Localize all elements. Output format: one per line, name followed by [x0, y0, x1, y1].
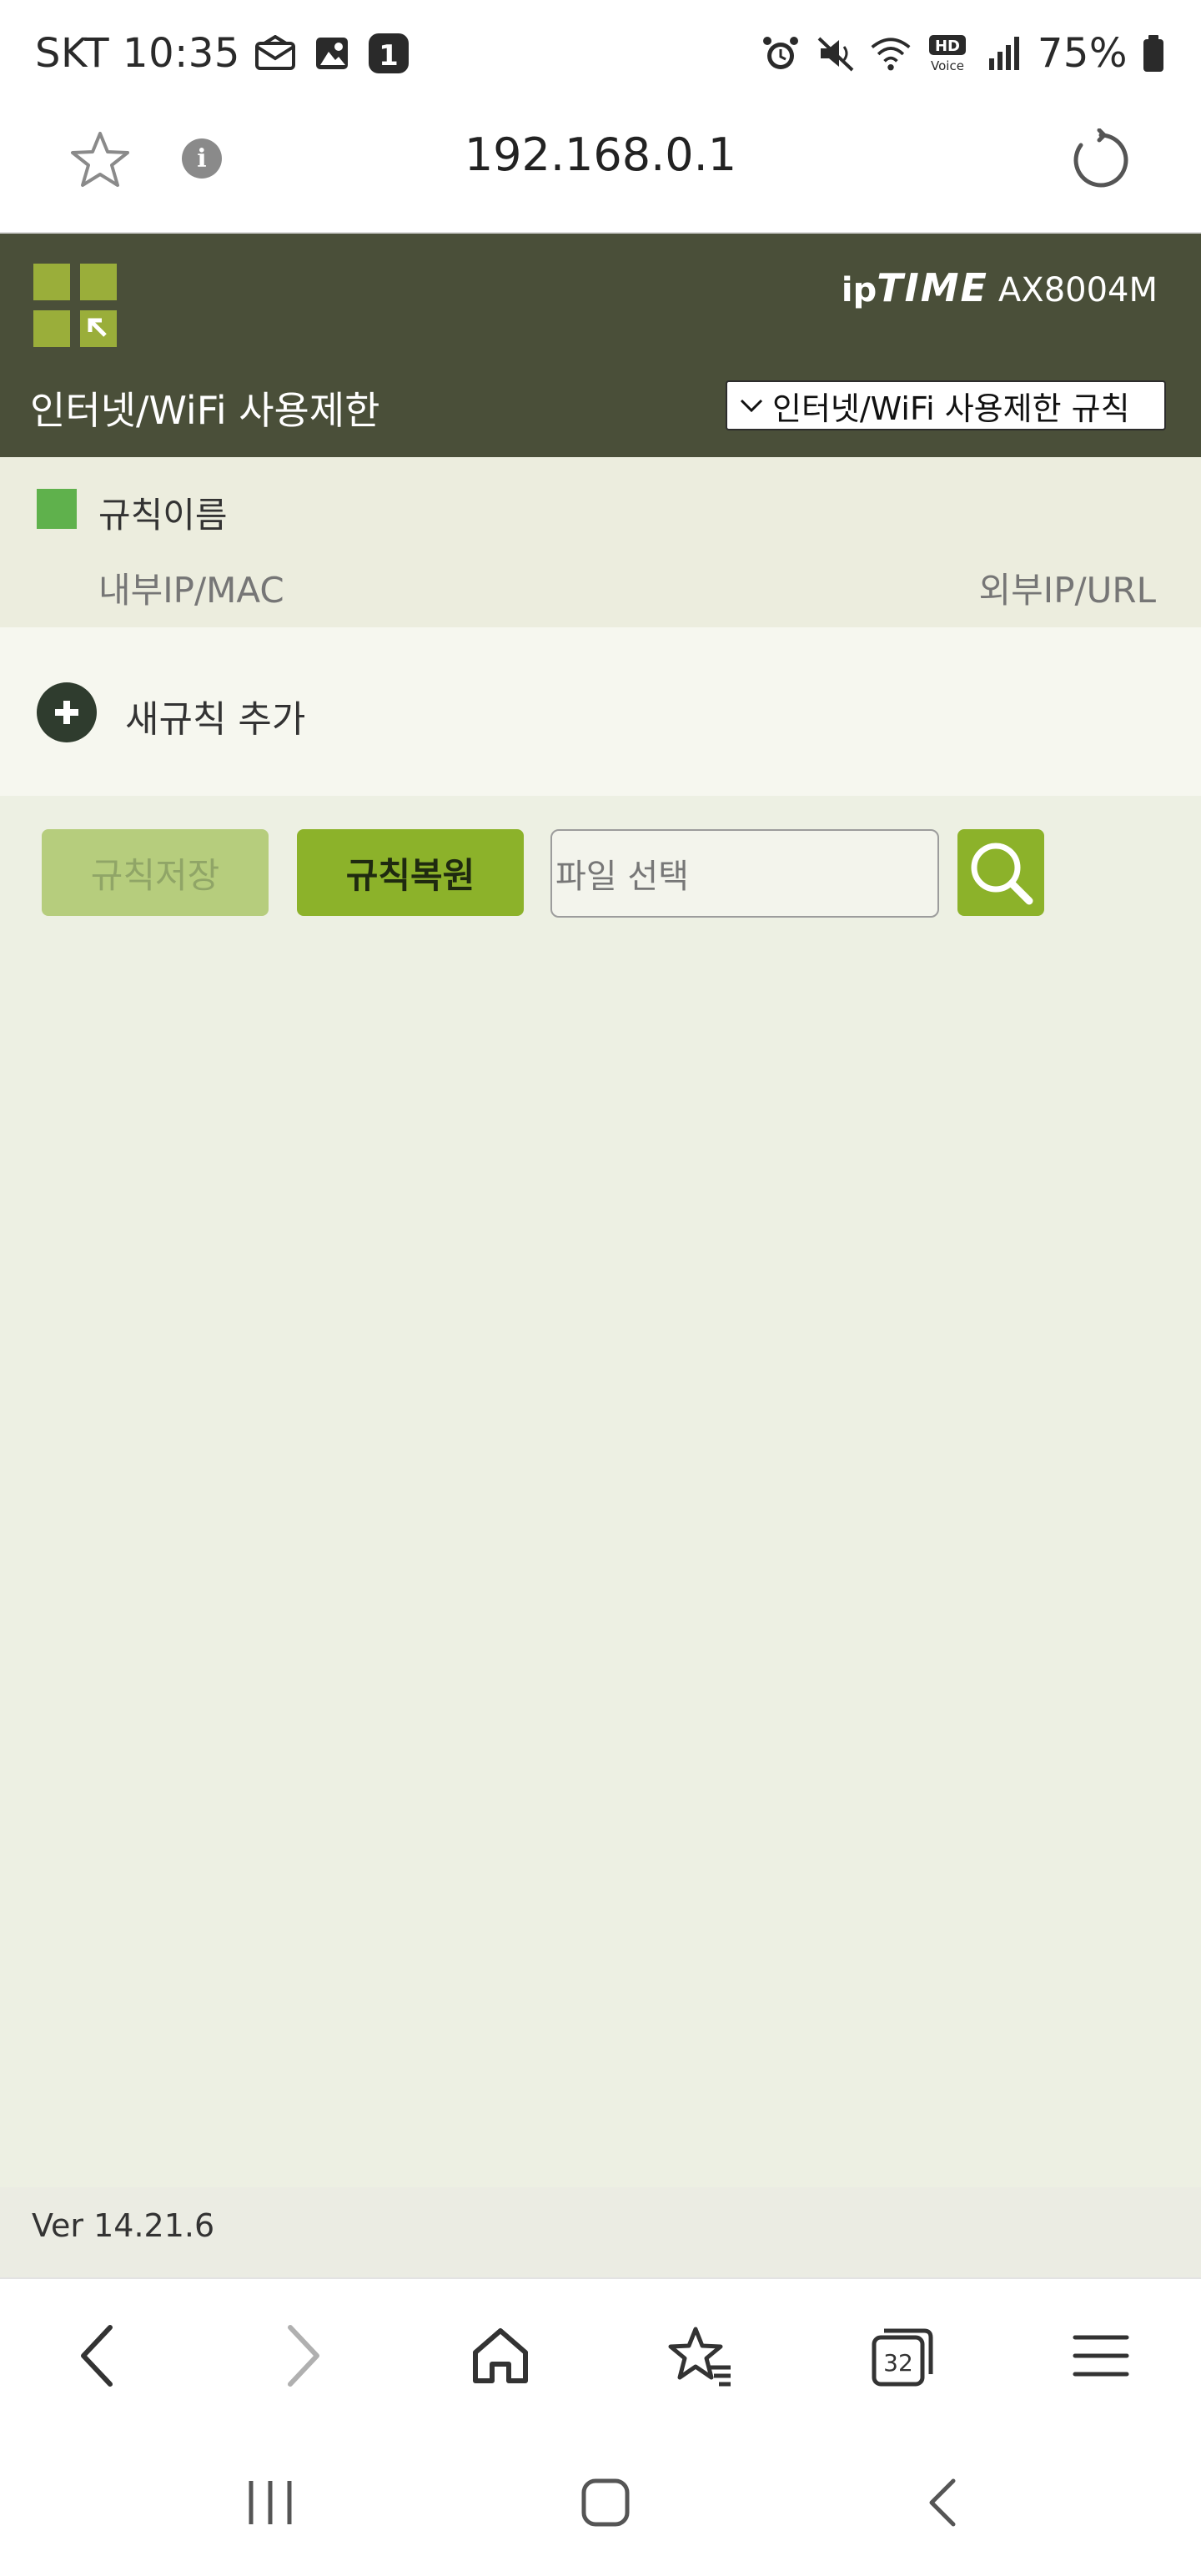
address-bar: 192.168.0.1 i: [0, 112, 1201, 234]
wifi-icon: [869, 32, 912, 75]
logo-square: [33, 264, 70, 300]
mute-icon: [814, 32, 857, 75]
tab-count: 32: [883, 2349, 913, 2377]
reload-icon[interactable]: [1068, 127, 1134, 194]
image-icon: [310, 32, 354, 75]
hd-voice-sub: Voice: [931, 58, 964, 73]
battery-percent: 75%: [1037, 30, 1128, 77]
column-internal-ip: 내부IP/MAC: [98, 570, 284, 611]
plus-icon[interactable]: [37, 682, 97, 742]
status-bar: SKT 10:35 1 HD Voice 75%: [0, 0, 1201, 112]
bookmarks-icon[interactable]: [661, 2316, 741, 2396]
firmware-version: Ver 14.21.6: [32, 2207, 215, 2244]
hd-voice-icon: HD Voice: [924, 32, 971, 75]
browser-toolbar: 32: [0, 2277, 1201, 2421]
brand-logo: ipTIME: [842, 265, 988, 310]
back-nav-icon[interactable]: [902, 2463, 982, 2543]
rule-name-header: 규칙이름: [98, 495, 228, 536]
file-select-input[interactable]: 파일 선택: [550, 829, 939, 918]
hd-voice-label: HD: [935, 38, 960, 55]
restore-rules-button[interactable]: 규칙복원: [297, 829, 524, 916]
add-rule-row[interactable]: 새규칙 추가: [0, 627, 1201, 796]
badge-icon: 1: [367, 32, 410, 75]
iptime-logo-icon[interactable]: [33, 264, 117, 347]
mail-icon: [254, 32, 297, 75]
version-bar: Ver 14.21.6: [0, 2187, 1201, 2277]
alarm-icon: [759, 32, 802, 75]
signal-icon: [982, 32, 1026, 75]
clock: 10:35: [123, 30, 240, 77]
menu-select[interactable]: 인터넷/WiFi 사용제한 규칙: [726, 380, 1166, 430]
battery-icon: [1139, 32, 1168, 75]
badge-count: 1: [379, 39, 399, 73]
logo-square: [33, 310, 70, 347]
brand-block: ipTIME AX8004M: [842, 265, 1158, 310]
logo-arrow-square: [80, 310, 117, 347]
url-field[interactable]: 192.168.0.1: [0, 128, 1201, 181]
brand-ip: ip: [841, 271, 877, 309]
home-nav-icon[interactable]: [565, 2463, 646, 2543]
tabs-icon[interactable]: 32: [862, 2316, 942, 2396]
page-title: 인터넷/WiFi 사용제한: [30, 388, 380, 433]
search-icon[interactable]: [957, 829, 1044, 916]
add-rule-label[interactable]: 새규칙 추가: [125, 689, 305, 742]
system-nav-bar: [0, 2421, 1201, 2576]
menu-icon[interactable]: [1061, 2316, 1141, 2396]
bookmark-star-icon[interactable]: [67, 127, 133, 194]
column-external-ip: 외부IP/URL: [978, 570, 1156, 611]
chevron-down-icon: [740, 399, 763, 413]
back-icon[interactable]: [58, 2316, 138, 2396]
site-info-icon[interactable]: i: [182, 138, 222, 179]
rule-list-header: 규칙이름 내부IP/MAC 외부IP/URL: [0, 457, 1201, 627]
forward-icon[interactable]: [262, 2316, 342, 2396]
brand-time: TIME: [877, 265, 988, 310]
model-name: AX8004M: [997, 271, 1158, 309]
logo-square: [80, 264, 117, 300]
save-rules-button[interactable]: 규칙저장: [42, 829, 269, 916]
status-right: HD Voice 75%: [759, 30, 1168, 77]
recent-apps-icon[interactable]: [230, 2463, 310, 2543]
main-area: 규칙저장 규칙복원 파일 선택: [0, 796, 1201, 2187]
home-icon[interactable]: [460, 2316, 540, 2396]
router-header: ipTIME AX8004M 인터넷/WiFi 사용제한 인터넷/WiFi 사용…: [0, 234, 1201, 457]
menu-select-value: 인터넷/WiFi 사용제한 규칙: [772, 390, 1130, 427]
status-left: SKT 10:35 1: [35, 30, 410, 77]
carrier-label: SKT: [35, 30, 110, 77]
rule-marker: [37, 489, 77, 529]
